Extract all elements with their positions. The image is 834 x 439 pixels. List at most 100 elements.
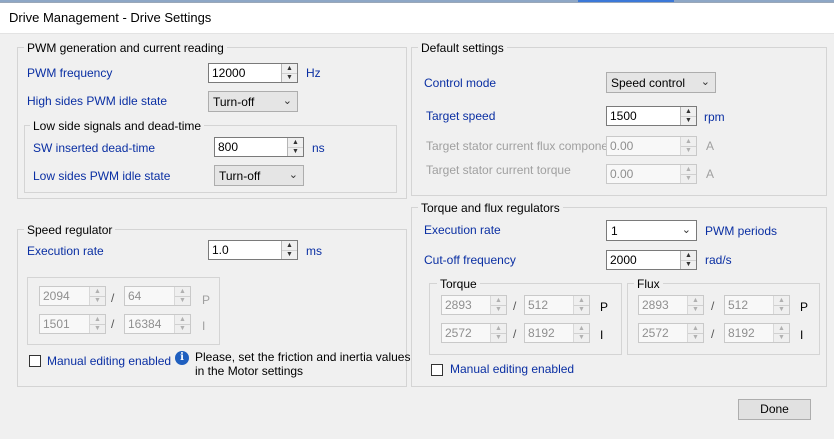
speed-exec-unit: ms [306, 244, 322, 258]
spin-down-icon[interactable]: ▼ [288, 147, 303, 156]
flux-component-unit: A [706, 139, 715, 153]
speed-i-num-value: 1501 [43, 317, 70, 331]
speed-i-num-spinbox[interactable]: 1501 ▲ ▼ [39, 314, 106, 334]
speed-exec-label: Execution rate [27, 244, 104, 258]
torque-p-den-spinbox[interactable]: 512 ▲ ▼ [524, 295, 590, 315]
spin-down-icon[interactable]: ▼ [282, 250, 297, 259]
reg-manual-checkbox[interactable] [431, 364, 443, 376]
low-idle-select[interactable]: Turn-off ⌄ [214, 165, 304, 186]
spin-down-icon[interactable]: ▼ [688, 305, 703, 314]
spin-down-icon[interactable]: ▼ [681, 116, 696, 125]
target-speed-value: 1500 [610, 109, 637, 123]
dead-time-label: SW inserted dead-time [33, 141, 156, 155]
flux-p-den-spinbox[interactable]: 512 ▲ ▼ [724, 295, 790, 315]
slash-separator: / [711, 299, 715, 313]
speed-p-num-spinbox[interactable]: 2094 ▲ ▼ [39, 286, 106, 306]
info-text-line-1: Please, set the friction and inertia val… [195, 350, 411, 364]
flux-p-label: P [800, 300, 809, 314]
target-speed-spinbox[interactable]: 1500 ▲ ▼ [606, 106, 697, 126]
torque-p-num-spinbox[interactable]: 2893 ▲ ▼ [441, 295, 507, 315]
speed-manual-label[interactable]: Manual editing enabled [47, 354, 171, 368]
flux-i-num-value: 2572 [642, 326, 669, 340]
title-bar: Drive Management - Drive Settings [0, 3, 834, 34]
cutoff-value: 2000 [610, 253, 637, 267]
torque-i-den-spinbox[interactable]: 8192 ▲ ▼ [524, 323, 590, 343]
cutoff-spinbox[interactable]: 2000 ▲ ▼ [606, 250, 697, 270]
control-mode-value: Speed control [611, 76, 686, 90]
speed-manual-checkbox[interactable] [29, 355, 41, 367]
chevron-down-icon: ⌄ [288, 169, 298, 181]
current-torque-value: 0.00 [610, 167, 634, 181]
speed-exec-value: 1.0 [212, 243, 229, 257]
torque-i-den-value: 8192 [528, 326, 555, 340]
current-torque-unit: A [706, 167, 715, 181]
flux-i-label: I [800, 328, 804, 342]
cutoff-unit: rad/s [705, 253, 732, 267]
reg-exec-value: 1 [611, 224, 618, 238]
flux-component-spinbox[interactable]: 0.00 ▲ ▼ [606, 136, 697, 156]
spin-down-icon[interactable]: ▼ [175, 324, 190, 333]
slash-separator: / [513, 327, 517, 341]
slash-separator: / [711, 327, 715, 341]
flux-i-den-spinbox[interactable]: 8192 ▲ ▼ [724, 323, 790, 343]
low-side-group-title: Low side signals and dead-time [30, 119, 205, 133]
flux-p-num-value: 2893 [642, 298, 669, 312]
spin-down-icon[interactable]: ▼ [681, 260, 696, 269]
reg-manual-label[interactable]: Manual editing enabled [450, 362, 574, 376]
control-mode-select[interactable]: Speed control ⌄ [606, 72, 716, 93]
spin-down-icon[interactable]: ▼ [574, 333, 589, 342]
flux-p-num-spinbox[interactable]: 2893 ▲ ▼ [638, 295, 704, 315]
torque-p-num-value: 2893 [445, 298, 472, 312]
spin-down-icon[interactable]: ▼ [774, 333, 789, 342]
spin-down-icon[interactable]: ▼ [688, 333, 703, 342]
spin-down-icon[interactable]: ▼ [574, 305, 589, 314]
spin-down-icon[interactable]: ▼ [282, 73, 297, 82]
speed-p-den-spinbox[interactable]: 64 ▲ ▼ [124, 286, 191, 306]
pwm-frequency-unit: Hz [306, 66, 321, 80]
info-icon: i [175, 351, 189, 365]
speed-p-den-value: 64 [128, 289, 142, 303]
spin-down-icon[interactable]: ▼ [774, 305, 789, 314]
torque-p-den-value: 512 [528, 298, 549, 312]
low-idle-label: Low sides PWM idle state [33, 169, 171, 183]
torque-p-label: P [600, 300, 609, 314]
target-speed-unit: rpm [704, 110, 725, 124]
torque-pi-title: Torque [437, 277, 480, 291]
reg-exec-label: Execution rate [424, 223, 501, 237]
spin-down-icon[interactable]: ▼ [90, 324, 105, 333]
speed-p-num-value: 2094 [43, 289, 70, 303]
speed-exec-spinbox[interactable]: 1.0 ▲ ▼ [208, 240, 298, 260]
spin-down-icon[interactable]: ▼ [491, 333, 506, 342]
speed-i-den-value: 16384 [128, 317, 162, 331]
spin-down-icon[interactable]: ▼ [491, 305, 506, 314]
reg-exec-select[interactable]: 1 ⌄ [606, 220, 697, 241]
dead-time-unit: ns [312, 141, 325, 155]
flux-i-num-spinbox[interactable]: 2572 ▲ ▼ [638, 323, 704, 343]
flux-p-den-value: 512 [728, 298, 749, 312]
reg-exec-unit: PWM periods [705, 224, 778, 238]
dead-time-spinbox[interactable]: 800 ▲ ▼ [214, 137, 304, 157]
pwm-frequency-spinbox[interactable]: 12000 ▲ ▼ [208, 63, 298, 83]
done-button[interactable]: Done [738, 399, 811, 420]
speed-i-den-spinbox[interactable]: 16384 ▲ ▼ [124, 314, 191, 334]
pwm-frequency-label: PWM frequency [27, 66, 113, 80]
current-torque-spinbox[interactable]: 0.00 ▲ ▼ [606, 164, 697, 184]
high-idle-select[interactable]: Turn-off ⌄ [208, 91, 298, 112]
flux-pi-title: Flux [634, 277, 663, 291]
spin-down-icon[interactable]: ▼ [90, 296, 105, 305]
speed-regulator-title: Speed regulator [24, 223, 116, 237]
torque-pi-box [429, 283, 622, 355]
chevron-down-icon: ⌄ [700, 76, 710, 88]
speed-p-label: P [202, 293, 211, 307]
spin-down-icon[interactable]: ▼ [175, 296, 190, 305]
chevron-down-icon: ⌄ [282, 95, 292, 107]
info-text-line-2: in the Motor settings [195, 364, 304, 378]
target-speed-label: Target speed [426, 109, 496, 123]
drive-settings-dialog: Drive Management - Drive Settings PWM ge… [0, 2, 834, 439]
slash-separator: / [111, 291, 115, 305]
torque-i-num-spinbox[interactable]: 2572 ▲ ▼ [441, 323, 507, 343]
spin-down-icon[interactable]: ▼ [681, 146, 696, 155]
torque-flux-title: Torque and flux regulators [418, 201, 563, 215]
torque-i-num-value: 2572 [445, 326, 472, 340]
spin-down-icon[interactable]: ▼ [681, 174, 696, 183]
